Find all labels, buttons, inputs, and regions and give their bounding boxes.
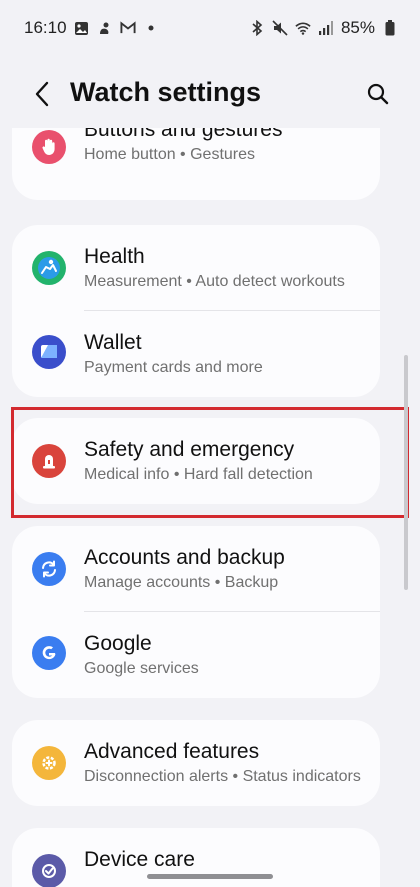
settings-card: Advanced features Disconnection alerts •… <box>12 720 380 806</box>
dot-icon <box>143 20 159 36</box>
list-item-buttons-gestures[interactable]: Buttons and gestures Home button • Gestu… <box>12 128 380 194</box>
highlight-box <box>11 407 409 518</box>
bixby-icon <box>97 20 113 36</box>
item-subtitle: Measurement • Auto detect workouts <box>84 273 345 290</box>
status-right: 85% <box>249 18 398 38</box>
item-title: Device care <box>84 848 195 871</box>
list-item-health[interactable]: Health Measurement • Auto detect workout… <box>12 225 380 311</box>
status-bar: 16:10 85% <box>0 0 420 56</box>
wifi-icon <box>295 20 311 36</box>
item-subtitle: Manage accounts • Backup <box>84 574 279 591</box>
list-item-advanced-features[interactable]: Advanced features Disconnection alerts •… <box>12 720 380 806</box>
list-item-google[interactable]: Google Google services <box>12 612 380 698</box>
back-button[interactable] <box>26 78 58 110</box>
item-title: Buttons and gestures <box>84 128 283 141</box>
sync-icon <box>32 552 66 586</box>
item-subtitle: Google services <box>84 660 199 677</box>
health-icon <box>32 251 66 285</box>
search-button[interactable] <box>362 78 394 110</box>
hand-icon <box>32 130 66 164</box>
signal-icon <box>318 20 334 36</box>
gmail-icon <box>120 20 136 36</box>
page-title: Watch settings <box>70 77 262 107</box>
nav-gesture-handle[interactable] <box>147 874 273 879</box>
item-title: Wallet <box>84 331 142 354</box>
item-title: Advanced features <box>84 740 260 763</box>
search-icon <box>367 83 389 105</box>
battery-icon <box>382 20 398 36</box>
list-item-accounts-backup[interactable]: Accounts and backup Manage accounts • Ba… <box>12 526 380 612</box>
settings-card: Accounts and backup Manage accounts • Ba… <box>12 526 380 698</box>
item-title: Health <box>84 245 145 268</box>
status-time: 16:10 <box>24 18 67 37</box>
chevron-left-icon <box>35 81 49 107</box>
settings-card: Buttons and gestures Home button • Gestu… <box>12 128 380 200</box>
gear-plus-icon <box>32 746 66 780</box>
device-care-icon <box>32 854 66 887</box>
item-title: Google <box>84 632 152 655</box>
mute-icon <box>272 20 288 36</box>
item-subtitle: Disconnection alerts • Status indicators <box>84 768 361 785</box>
google-icon <box>32 636 66 670</box>
status-left: 16:10 <box>24 18 159 38</box>
item-title: Accounts and backup <box>84 546 285 569</box>
scrollbar[interactable] <box>404 355 408 590</box>
list-item-wallet[interactable]: Wallet Payment cards and more <box>12 311 380 397</box>
item-subtitle: Payment cards and more <box>84 359 263 376</box>
gallery-icon <box>74 20 90 36</box>
app-header: Watch settings <box>0 62 420 126</box>
bluetooth-icon <box>249 20 265 36</box>
wallet-icon <box>32 335 66 369</box>
settings-card: Health Measurement • Auto detect workout… <box>12 225 380 397</box>
item-subtitle: Home button • Gestures <box>84 146 256 163</box>
battery-percent: 85% <box>340 18 375 37</box>
